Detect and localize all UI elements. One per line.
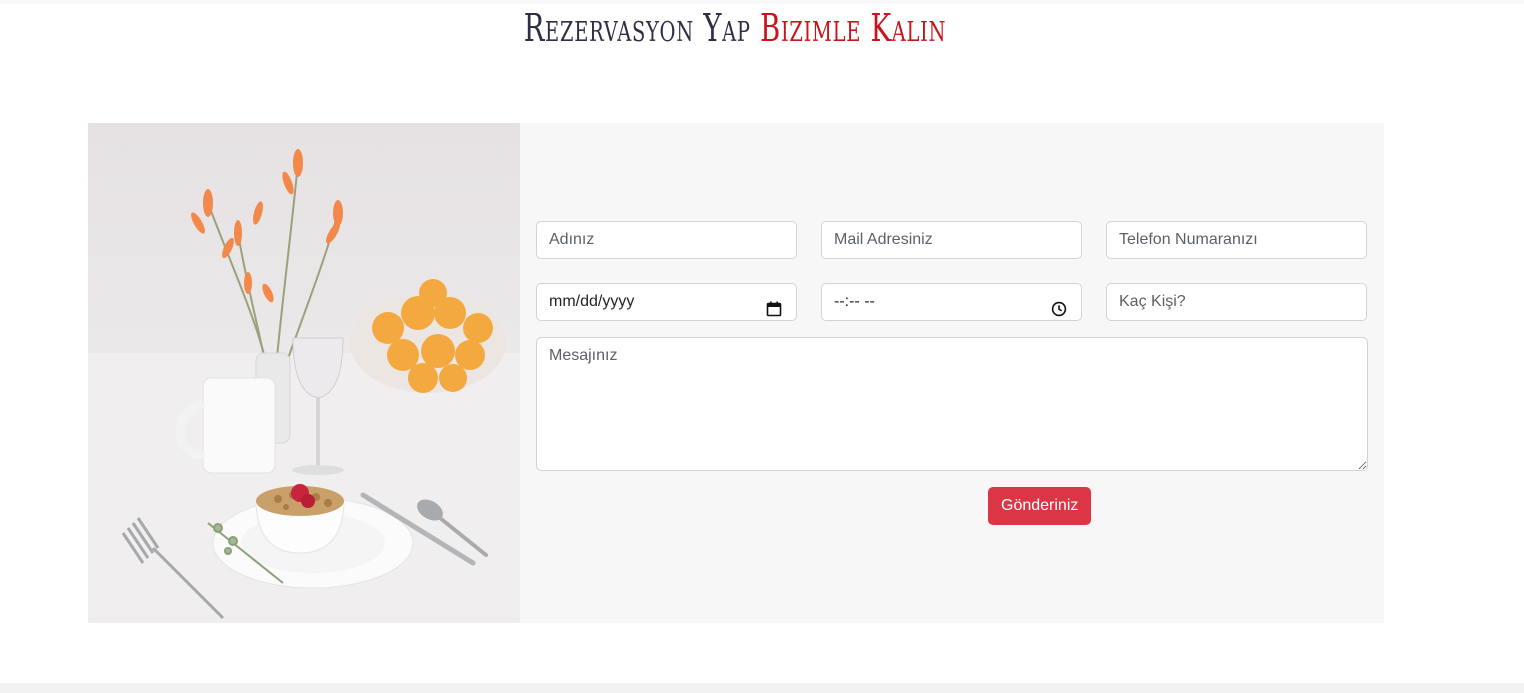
calendar-icon[interactable]	[766, 295, 782, 317]
title-part-reservation: Rezervasyon Yap	[523, 6, 751, 50]
reservation-section: mm/dd/yyyy --:-- -- Gönderiniz	[88, 123, 1384, 623]
phone-input[interactable]	[1106, 221, 1367, 259]
footer-strip	[0, 683, 1524, 693]
name-input[interactable]	[536, 221, 797, 259]
page-title: Rezervasyon Yap Bizimle Kalın	[206, 4, 1264, 52]
time-input[interactable]: --:-- --	[821, 283, 1082, 321]
date-input[interactable]: mm/dd/yyyy	[536, 283, 797, 321]
table-setting-photo	[88, 123, 520, 623]
email-input[interactable]	[821, 221, 1082, 259]
people-count-input[interactable]	[1106, 283, 1367, 321]
reservation-form: mm/dd/yyyy --:-- -- Gönderiniz	[520, 123, 1384, 623]
date-placeholder: mm/dd/yyyy	[549, 293, 635, 310]
title-part-stay-with-us: Bizimle Kalın	[760, 6, 947, 50]
message-textarea[interactable]	[536, 337, 1368, 471]
submit-button[interactable]: Gönderiniz	[988, 487, 1092, 525]
clock-icon[interactable]	[1051, 295, 1067, 317]
time-placeholder: --:-- --	[834, 293, 875, 310]
